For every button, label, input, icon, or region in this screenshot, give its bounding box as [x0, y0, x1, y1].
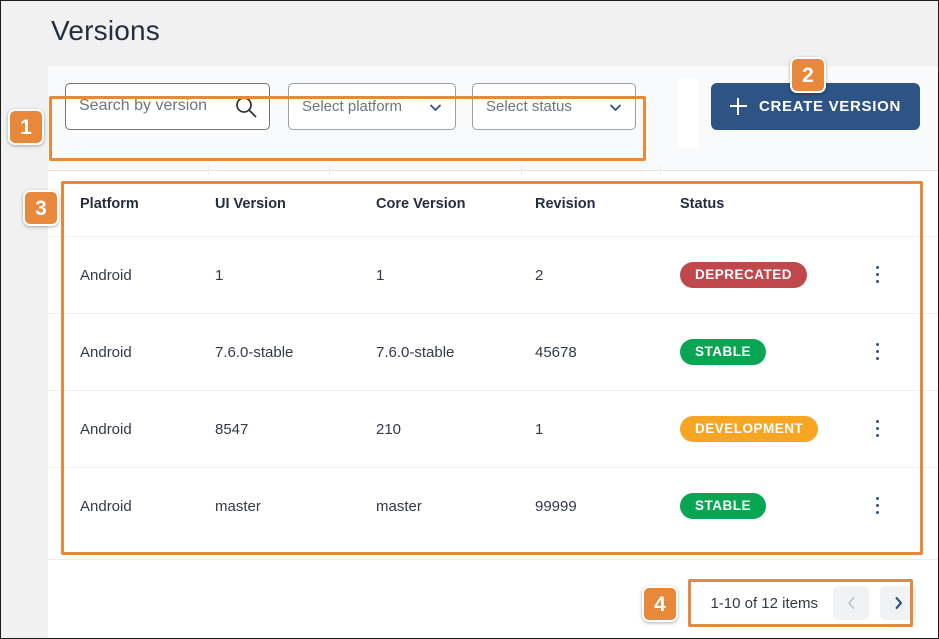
kebab-menu-icon[interactable]: [876, 497, 880, 515]
status-select-placeholder: Select status: [486, 98, 572, 115]
column-header-core-version: Core Version: [376, 195, 466, 212]
cell-platform: Android: [80, 343, 132, 361]
column-header-ui-version: UI Version: [215, 195, 286, 212]
toolbar-divider: [678, 78, 698, 148]
app-screenshot: Versions Search by version Select platfo…: [0, 0, 939, 639]
pagination-range-label: 1-10 of 12 items: [710, 594, 818, 612]
kebab-menu-icon[interactable]: [876, 420, 880, 438]
page-title: Versions: [51, 15, 160, 46]
cell-status: STABLE: [680, 492, 766, 520]
kebab-menu-icon[interactable]: [876, 266, 880, 284]
status-badge: DEVELOPMENT: [680, 415, 819, 443]
step-badge-2: 2: [790, 57, 826, 93]
search-icon[interactable]: [235, 96, 257, 118]
versions-table: Platform UI Version Core Version Revisio…: [48, 171, 938, 544]
platform-select[interactable]: Select platform: [288, 83, 456, 130]
cell-platform: Android: [80, 497, 132, 515]
table-row[interactable]: Android 1 1 2 DEPRECATED: [48, 236, 938, 313]
chevron-left-icon: [847, 597, 854, 609]
footer-separator: [48, 559, 938, 560]
cell-ui-version: 1: [215, 266, 224, 284]
cell-platform: Android: [80, 266, 132, 284]
column-header-revision: Revision: [535, 195, 596, 212]
cell-ui-version: master: [215, 497, 261, 515]
kebab-menu-icon[interactable]: [876, 343, 880, 361]
create-version-label: CREATE VERSION: [758, 98, 902, 115]
column-header-status: Status: [680, 195, 725, 212]
table-header-row: Platform UI Version Core Version Revisio…: [48, 171, 938, 236]
cell-status: STABLE: [680, 338, 766, 366]
cell-status: DEVELOPMENT: [680, 415, 819, 443]
plus-icon: [729, 98, 747, 115]
search-input[interactable]: Search by version: [65, 83, 270, 130]
cell-revision: 2: [535, 266, 544, 284]
table-row[interactable]: Android master master 99999 STABLE: [48, 467, 938, 544]
pagination: 1-10 of 12 items: [710, 582, 916, 624]
search-placeholder: Search by version: [79, 97, 208, 114]
status-badge: DEPRECATED: [680, 261, 808, 289]
versions-card: Search by version Select platform Select…: [48, 66, 938, 638]
left-rail: [1, 1, 48, 638]
cell-revision: 45678: [535, 343, 577, 361]
step-badge-4: 4: [642, 586, 678, 622]
table-row[interactable]: Android 8547 210 1 DEVELOPMENT: [48, 390, 938, 467]
status-select[interactable]: Select status: [472, 83, 636, 130]
chevron-down-icon[interactable]: [609, 101, 622, 114]
cell-core-version: 7.6.0-stable: [376, 343, 455, 361]
cell-core-version: 1: [376, 266, 385, 284]
table-row[interactable]: Android 7.6.0-stable 7.6.0-stable 45678 …: [48, 313, 938, 390]
status-badge: STABLE: [680, 338, 766, 366]
cell-core-version: master: [376, 497, 422, 515]
cell-platform: Android: [80, 420, 132, 438]
pagination-prev-button[interactable]: [833, 586, 869, 620]
cell-core-version: 210: [376, 420, 402, 438]
step-badge-1: 1: [8, 109, 44, 145]
pagination-next-button[interactable]: [880, 586, 916, 620]
cell-revision: 99999: [535, 497, 577, 515]
cell-ui-version: 8547: [215, 420, 249, 438]
chevron-right-icon: [894, 596, 902, 610]
platform-select-placeholder: Select platform: [302, 98, 403, 115]
cell-status: DEPRECATED: [680, 261, 808, 289]
step-badge-3: 3: [23, 190, 59, 226]
chevron-down-icon[interactable]: [429, 101, 442, 114]
status-badge: STABLE: [680, 492, 766, 520]
cell-ui-version: 7.6.0-stable: [215, 343, 294, 361]
cell-revision: 1: [535, 420, 544, 438]
column-header-platform: Platform: [80, 195, 139, 212]
